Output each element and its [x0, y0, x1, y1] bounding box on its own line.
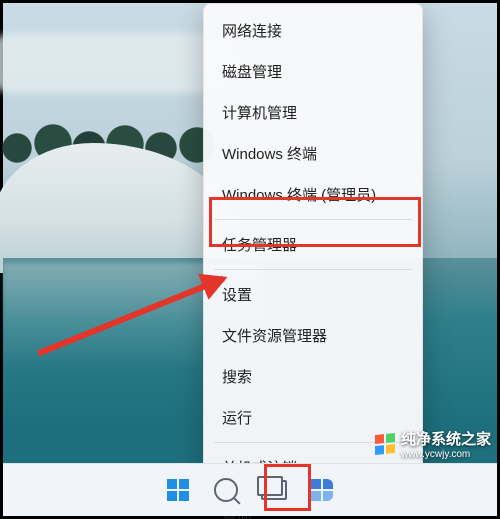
windows-logo-icon	[167, 479, 189, 501]
menu-item-label: 搜索	[222, 366, 252, 387]
menu-separator	[214, 219, 412, 220]
taskbar-search-button[interactable]	[209, 473, 243, 507]
menu-item-settings[interactable]: 设置	[204, 274, 422, 315]
menu-item-disk-management[interactable]: 磁盘管理	[204, 51, 422, 92]
menu-item-label: 文件资源管理器	[222, 325, 327, 346]
taskbar-widgets-button[interactable]	[305, 473, 339, 507]
search-icon	[214, 478, 238, 502]
winx-context-menu: 网络连接 磁盘管理 计算机管理 Windows 终端 Windows 终端 (管…	[203, 3, 423, 479]
menu-separator	[214, 269, 412, 270]
menu-item-windows-terminal[interactable]: Windows 终端	[204, 133, 422, 174]
menu-item-windows-terminal-admin[interactable]: Windows 终端 (管理员)	[204, 174, 422, 215]
menu-item-file-explorer[interactable]: 文件资源管理器	[204, 315, 422, 356]
menu-item-search[interactable]: 搜索	[204, 356, 422, 397]
start-button[interactable]	[161, 473, 195, 507]
task-view-icon	[261, 480, 287, 500]
watermark: 纯净系统之家 www.ycwjy.com	[375, 428, 491, 460]
taskbar-task-view-button[interactable]	[257, 473, 291, 507]
screenshot-stage: 网络连接 磁盘管理 计算机管理 Windows 终端 Windows 终端 (管…	[0, 0, 500, 519]
watermark-text: 纯净系统之家 www.ycwjy.com	[401, 428, 491, 460]
menu-item-label: Windows 终端	[222, 143, 317, 164]
menu-item-label: 网络连接	[222, 20, 282, 41]
menu-item-label: 任务管理器	[222, 234, 297, 255]
taskbar	[3, 463, 497, 516]
menu-item-label: 计算机管理	[222, 102, 297, 123]
menu-item-label: 运行	[222, 407, 252, 428]
menu-item-label: 磁盘管理	[222, 61, 282, 82]
taskbar-center-icons	[161, 473, 339, 507]
menu-item-network-connections[interactable]: 网络连接	[204, 10, 422, 51]
menu-item-task-manager[interactable]: 任务管理器	[204, 224, 422, 265]
watermark-logo-icon	[375, 433, 395, 455]
menu-item-label: Windows 终端 (管理员)	[222, 184, 376, 205]
widgets-icon	[311, 479, 333, 501]
menu-item-computer-management[interactable]: 计算机管理	[204, 92, 422, 133]
